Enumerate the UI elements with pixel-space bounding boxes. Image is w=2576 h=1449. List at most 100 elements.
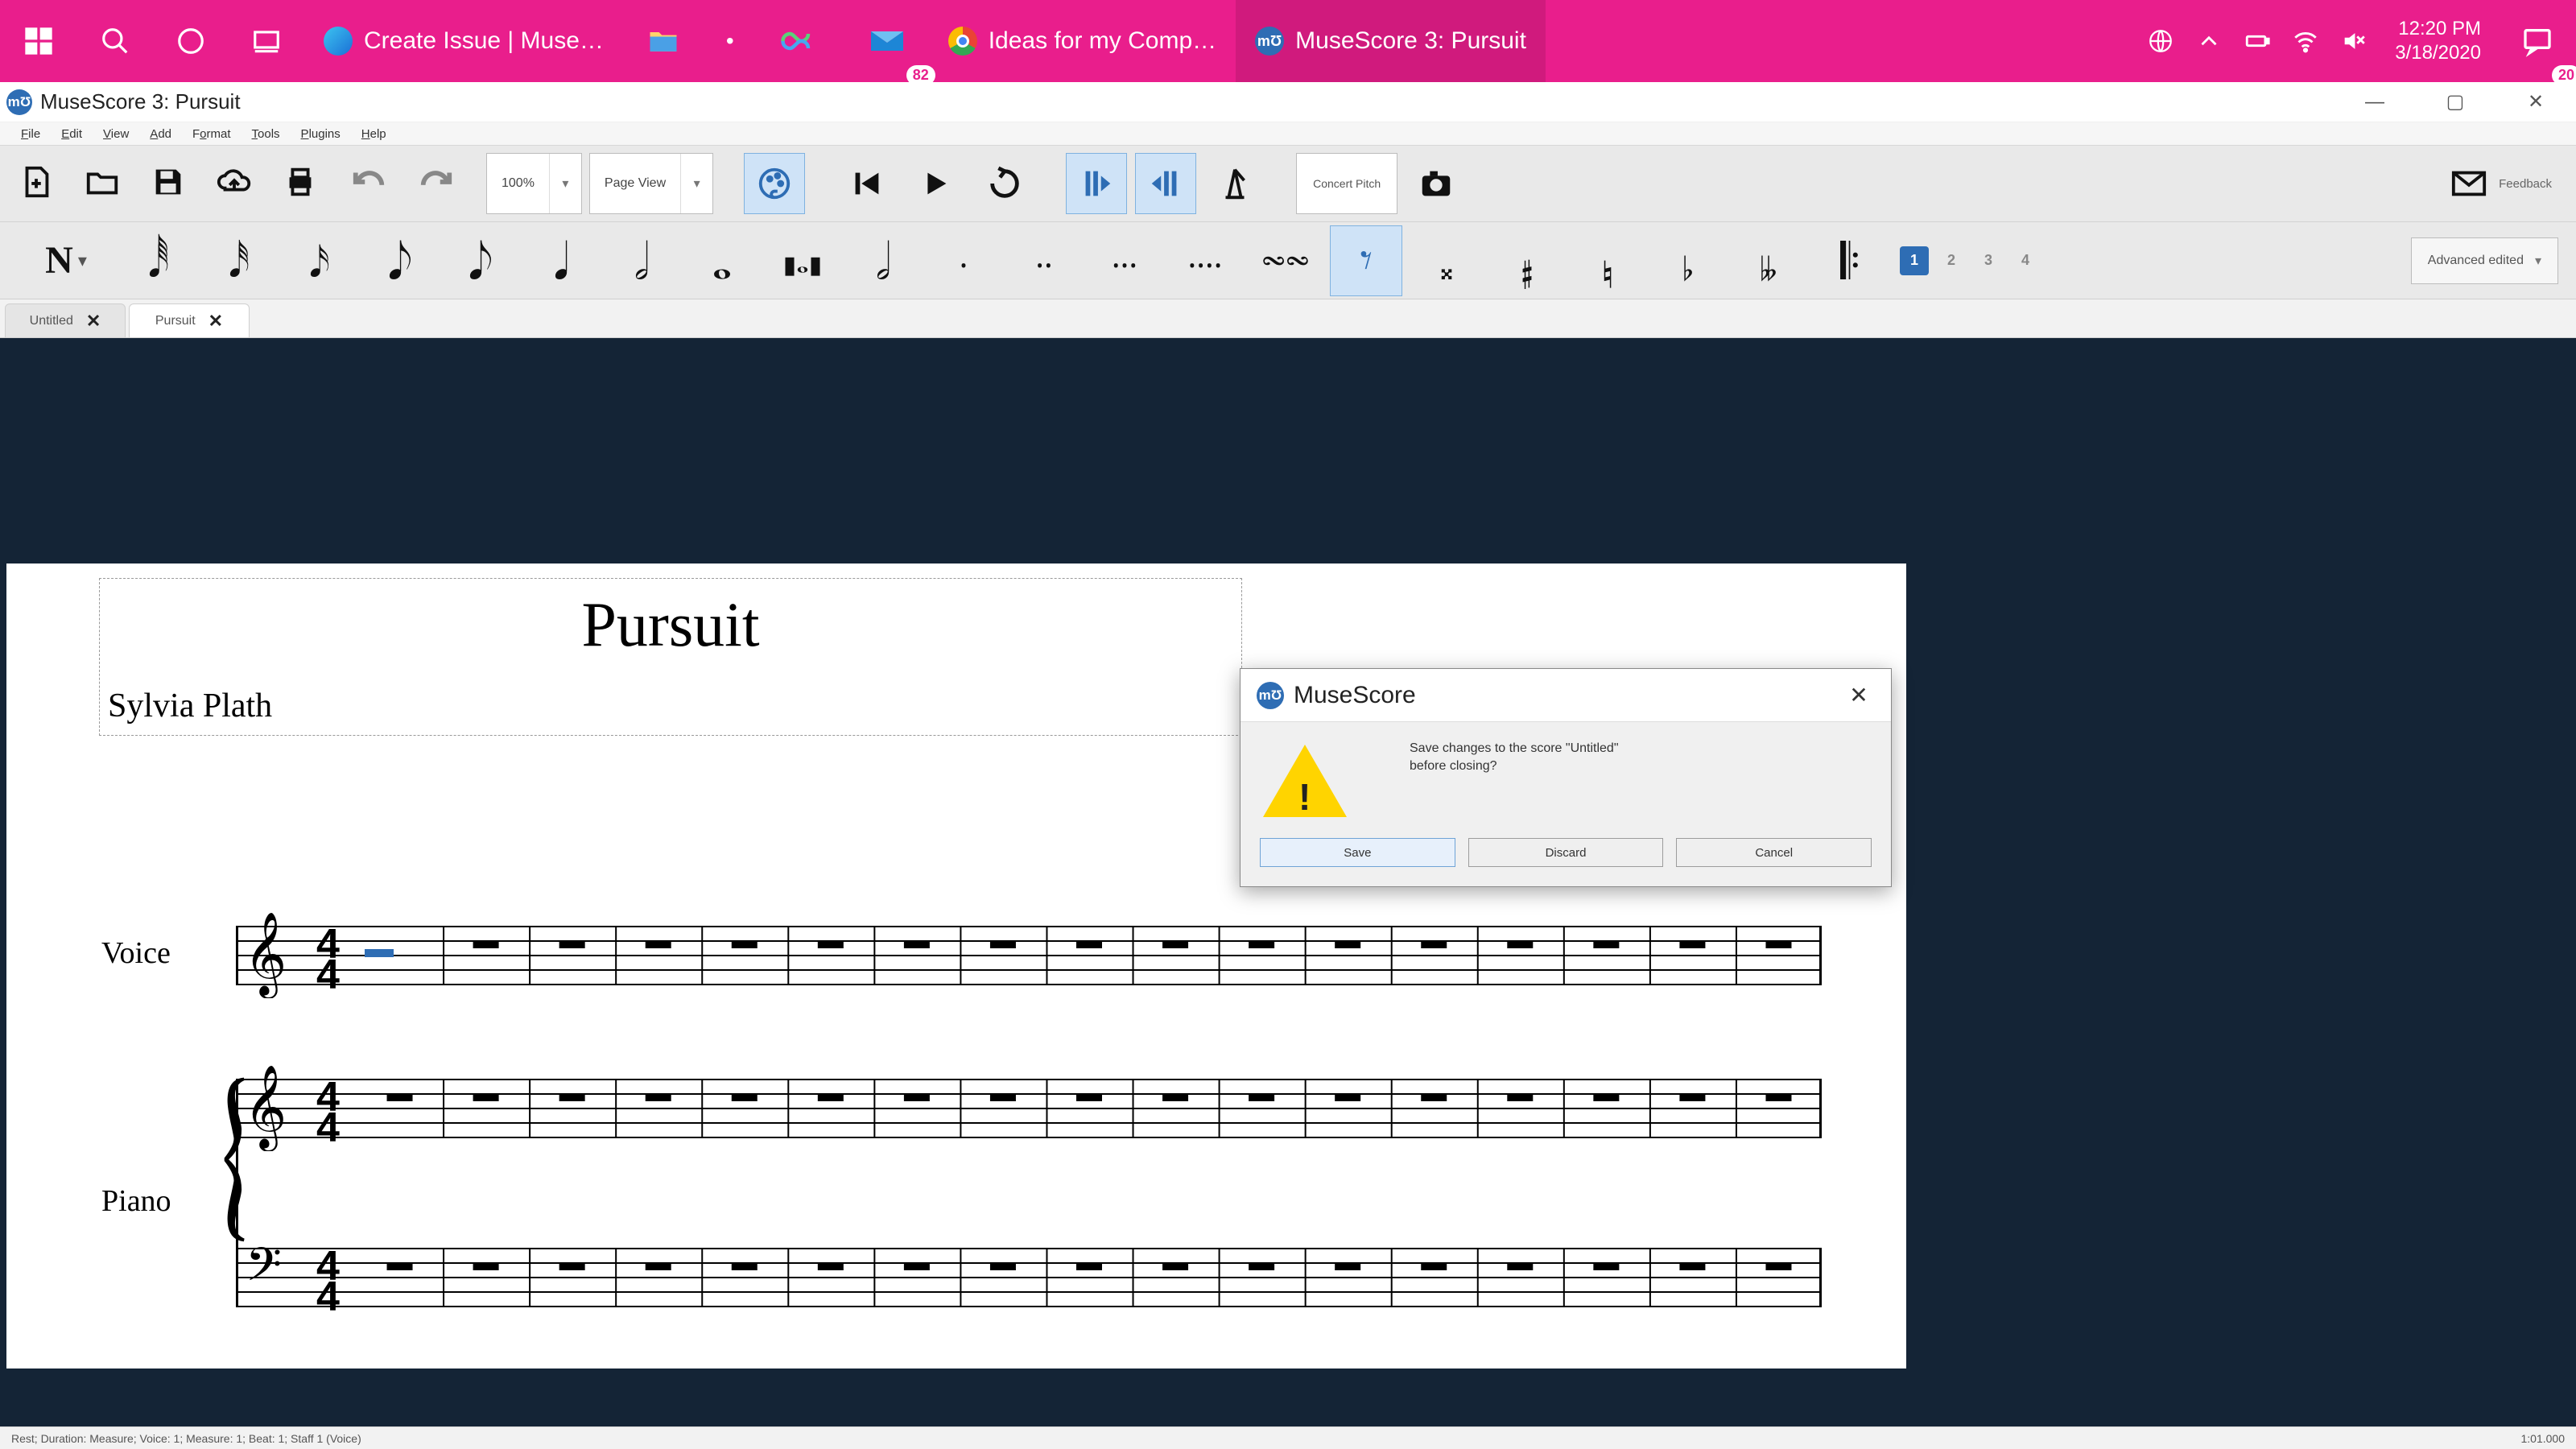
taskbar-app-small1[interactable]: • (704, 0, 757, 82)
window-maximize-button[interactable]: ▢ (2415, 82, 2496, 122)
print-icon[interactable] (282, 163, 319, 204)
feedback-label[interactable]: Feedback (2499, 177, 2552, 191)
close-icon[interactable]: ✕ (208, 311, 223, 332)
double-flat-icon[interactable]: 𝄫 (1732, 225, 1805, 296)
menu-edit[interactable]: Edit (53, 126, 90, 142)
redo-icon[interactable] (417, 163, 454, 204)
taskbar-app-mail[interactable]: 82 (845, 0, 929, 82)
loop-out-icon (1147, 165, 1184, 202)
flat-icon[interactable]: ♭ (1652, 225, 1724, 296)
window-minimize-button[interactable]: — (2334, 82, 2415, 122)
tie-icon[interactable]: 𝆗𝆗 (1249, 225, 1322, 296)
tray-globe-icon[interactable] (2147, 27, 2174, 55)
taskbar-app-infinity[interactable] (757, 0, 845, 82)
voice-4[interactable]: 4 (2011, 246, 2040, 275)
dur-breve-icon[interactable]: ▮𝅝▮ (766, 225, 839, 296)
dur-quarter-icon[interactable]: 𝅘𝅥 (525, 225, 597, 296)
flip-stem-icon[interactable]: 𝄆 (1813, 225, 1885, 296)
loop-button[interactable] (974, 153, 1035, 214)
dot-2-icon[interactable]: ·· (1008, 225, 1080, 296)
dur-32nd-icon[interactable]: 𝅘𝅥𝅰 (203, 225, 275, 296)
edge-icon (324, 27, 353, 56)
note-input-mode-button[interactable]: N▾ (18, 225, 114, 296)
save-icon[interactable] (150, 163, 187, 204)
view-mode-combo[interactable]: Page View ▾ (589, 153, 713, 214)
search-icon[interactable] (77, 0, 153, 82)
tray-volume-mute-icon[interactable] (2340, 27, 2368, 55)
taskbar-app-explorer[interactable] (623, 0, 704, 82)
taskbar-app-edge[interactable]: Create Issue | Muse… (304, 0, 623, 82)
palette-button[interactable] (744, 153, 805, 214)
voice-3[interactable]: 3 (1974, 246, 2003, 275)
natural-icon[interactable]: ♮ (1571, 225, 1644, 296)
metronome-button[interactable] (1204, 153, 1265, 214)
concert-pitch-button[interactable]: Concert Pitch (1296, 153, 1397, 214)
dot-3-icon[interactable]: ··· (1088, 225, 1161, 296)
dur-half-icon[interactable]: 𝅗𝅥 (605, 225, 678, 296)
tab-pursuit[interactable]: Pursuit ✕ (129, 303, 250, 337)
dur-half-stem-icon[interactable]: 𝅗𝅥 (847, 225, 919, 296)
cortana-icon[interactable] (153, 0, 229, 82)
dialog-close-button[interactable]: ✕ (1843, 682, 1875, 708)
image-capture-button[interactable] (1406, 153, 1467, 214)
save-button[interactable]: Save (1260, 838, 1455, 867)
zoom-combo[interactable]: 100% ▾ (486, 153, 582, 214)
tray-chevron-up-icon[interactable] (2195, 27, 2223, 55)
task-view-icon[interactable] (229, 0, 304, 82)
taskbar-app-musescore[interactable]: mƱ MuseScore 3: Pursuit (1236, 0, 1546, 82)
menu-format[interactable]: Format (184, 126, 239, 142)
view-mode-value: Page View (590, 176, 680, 191)
cancel-button[interactable]: Cancel (1676, 838, 1872, 867)
action-center-badge: 20 (2552, 65, 2576, 85)
dur-8th2-icon[interactable]: 𝅘𝅥𝅮 (444, 225, 517, 296)
voice-2[interactable]: 2 (1937, 246, 1966, 275)
menu-file[interactable]: File (13, 126, 48, 142)
play-button[interactable] (905, 153, 966, 214)
toolbar-main: 100% ▾ Page View ▾ Concert Pitch Feedbac… (0, 145, 2576, 222)
loop-in-button[interactable] (1066, 153, 1127, 214)
menu-help[interactable]: Help (353, 126, 394, 142)
window-close-button[interactable]: ✕ (2496, 82, 2576, 122)
staff-voice[interactable]: 𝄞 4 4 (236, 902, 1822, 998)
dot-4-icon[interactable]: ···· (1169, 225, 1241, 296)
menu-tools[interactable]: Tools (244, 126, 288, 142)
app-logo-icon: mƱ (6, 89, 32, 115)
menu-add[interactable]: Add (142, 126, 180, 142)
dur-16th-icon[interactable]: 𝅘𝅥𝅯 (283, 225, 356, 296)
title-frame[interactable]: Pursuit Sylvia Plath (99, 578, 1242, 736)
dur-8th-icon[interactable]: 𝅘𝅥𝅮 (364, 225, 436, 296)
dur-whole-icon[interactable]: 𝅝 (686, 225, 758, 296)
action-center-icon[interactable]: 20 (2499, 0, 2576, 82)
menu-plugins[interactable]: Plugins (293, 126, 349, 142)
tray-wifi-icon[interactable] (2292, 27, 2319, 55)
voice-1[interactable]: 1 (1900, 246, 1929, 275)
close-icon[interactable]: ✕ (86, 311, 101, 332)
envelope-icon[interactable] (2450, 165, 2487, 202)
mail-icon (868, 22, 906, 60)
taskbar-app-chrome[interactable]: Ideas for my Comp… (929, 0, 1236, 82)
undo-icon[interactable] (351, 163, 388, 204)
clock-time: 12:20 PM (2395, 17, 2481, 41)
new-file-icon[interactable] (18, 163, 55, 204)
tab-untitled[interactable]: Untitled ✕ (5, 303, 126, 337)
start-button[interactable] (0, 0, 77, 82)
workspace-selector[interactable]: Advanced edited ▾ (2411, 237, 2558, 284)
sharp-icon[interactable]: ♯ (1491, 225, 1563, 296)
open-file-icon[interactable] (84, 163, 121, 204)
dialog-message: Save changes to the score "Untitled" bef… (1369, 740, 1619, 774)
taskbar-clock[interactable]: 12:20 PM 3/18/2020 (2377, 17, 2499, 65)
chevron-down-icon: ▾ (680, 154, 712, 213)
menu-view[interactable]: View (95, 126, 137, 142)
play-icon (917, 165, 954, 202)
tray-battery-icon[interactable] (2244, 27, 2271, 55)
score-composer[interactable]: Sylvia Plath (108, 687, 272, 725)
cloud-upload-icon[interactable] (216, 163, 253, 204)
discard-button[interactable]: Discard (1468, 838, 1664, 867)
rest-icon[interactable]: 𝄾 (1330, 225, 1402, 296)
loop-out-button[interactable] (1135, 153, 1196, 214)
score-title[interactable]: Pursuit (100, 588, 1241, 661)
rewind-button[interactable] (836, 153, 897, 214)
dur-64th-icon[interactable]: 𝅘𝅥𝅱 (122, 225, 195, 296)
dot-1-icon[interactable]: · (927, 225, 1000, 296)
double-sharp-icon[interactable]: 𝄪 (1410, 225, 1483, 296)
